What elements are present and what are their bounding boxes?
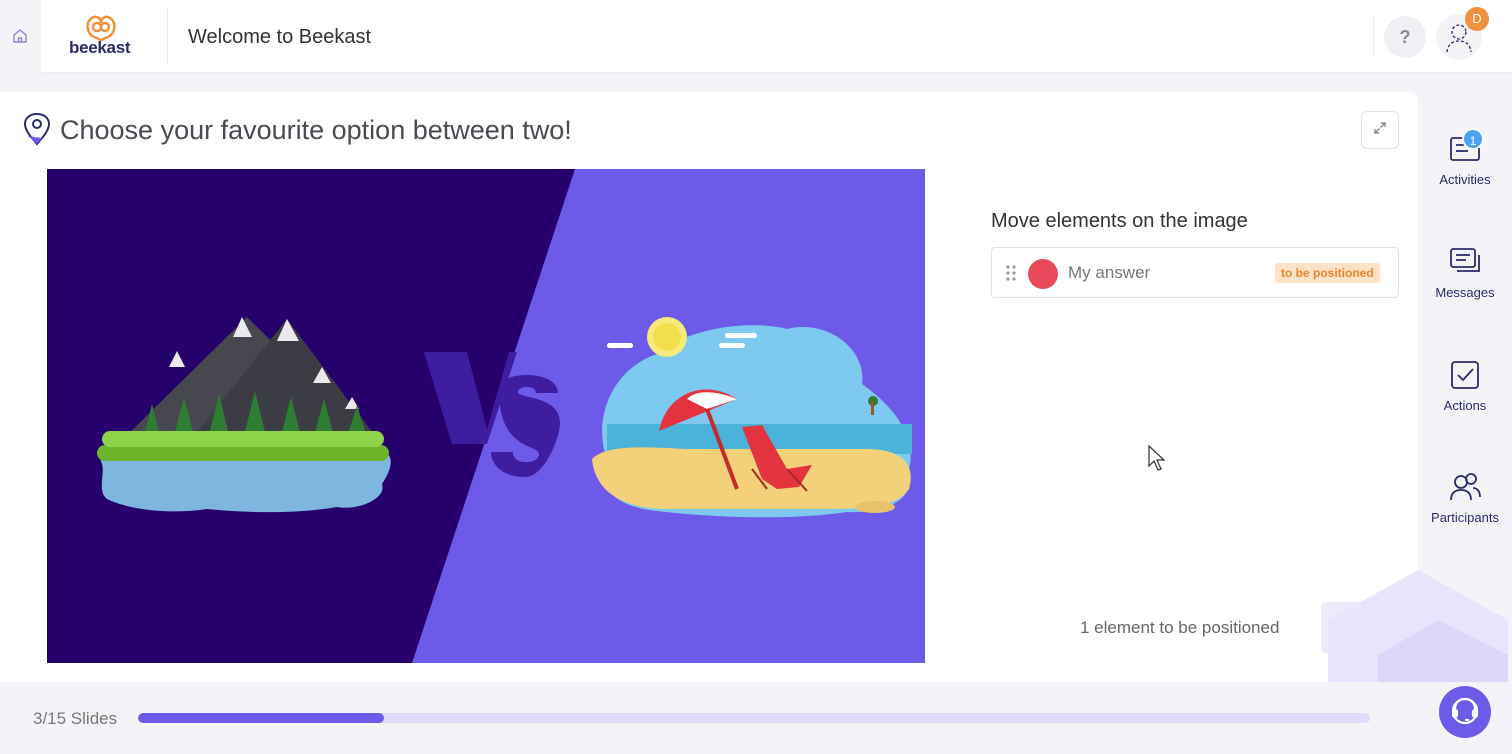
actions-icon (1448, 358, 1482, 392)
header-divider-right (1373, 16, 1374, 58)
slides-progress-bar (138, 713, 1370, 723)
nav-item-label: Actions (1443, 398, 1487, 413)
pending-count-text: 1 element to be positioned (1080, 618, 1280, 637)
activities-badge: 1 (1462, 128, 1484, 150)
logo-text: beekast (69, 38, 131, 57)
answer-color-dot[interactable] (1028, 259, 1058, 289)
page-title: Welcome to Beekast (188, 26, 372, 48)
nav-item-label: Activities (1439, 172, 1491, 187)
messages-icon (1448, 245, 1482, 279)
footer: 3/15 Slides (0, 682, 1512, 754)
activity-image[interactable] (47, 169, 925, 663)
home-icon[interactable] (10, 26, 30, 46)
help-button[interactable]: ? (1384, 16, 1426, 58)
nav-item-activities[interactable]: 1 Activities (1418, 128, 1512, 212)
status-badge: to be positioned (1275, 263, 1380, 283)
progress-fill (138, 713, 385, 723)
map-pin-icon (22, 112, 52, 146)
support-chat-icon[interactable] (1439, 686, 1491, 738)
answer-label: My answer (1068, 263, 1151, 282)
drag-handle-icon[interactable] (1005, 264, 1017, 282)
header-divider (167, 8, 168, 64)
nav-item-label: Participants (1431, 510, 1499, 525)
nav-item-participants[interactable]: Participants (1418, 470, 1512, 550)
activity-title: Choose your favourite option between two… (60, 115, 572, 145)
answer-item[interactable]: My answer to be positioned (991, 247, 1399, 298)
expand-icon[interactable] (1361, 111, 1399, 149)
panel-title: Move elements on the image (991, 210, 1248, 232)
nav-item-messages[interactable]: Messages (1418, 245, 1512, 325)
slides-counter: 3/15 Slides (33, 709, 118, 728)
nav-item-actions[interactable]: Actions (1418, 358, 1512, 438)
activity-card: Choose your favourite option between two… (0, 92, 1418, 682)
participants-icon (1448, 470, 1482, 504)
top-header: beekast Welcome to Beekast ? D (0, 0, 1512, 73)
nav-item-label: Messages (1435, 285, 1495, 300)
user-avatar-initial[interactable]: D (1465, 7, 1489, 31)
mouse-cursor (1147, 444, 1167, 474)
